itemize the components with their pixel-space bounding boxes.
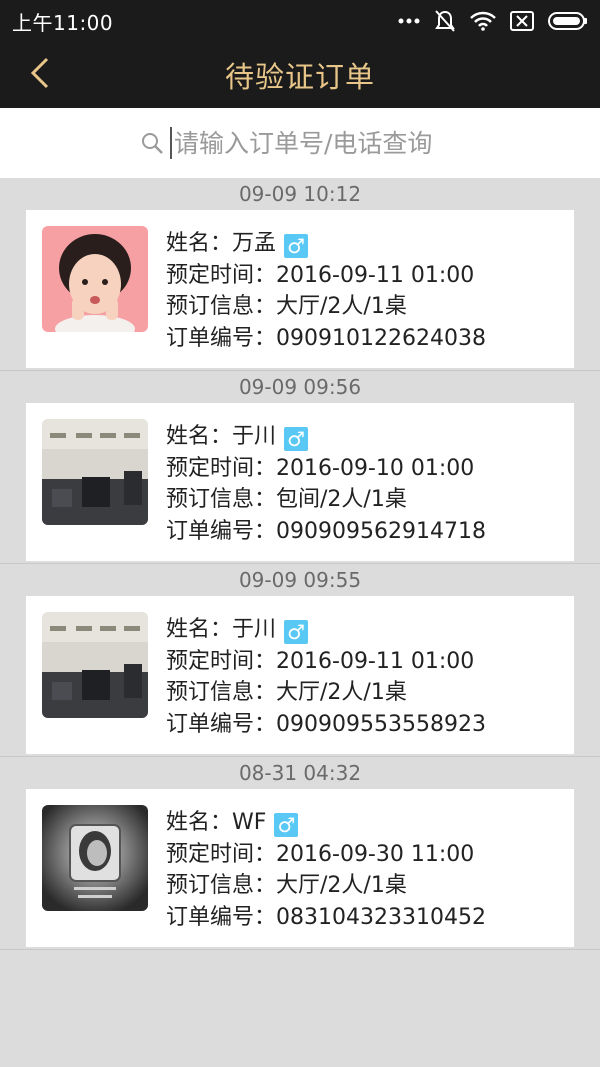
order-no-label: 订单编号： (166, 325, 277, 351)
mute-bell-icon (434, 9, 456, 33)
time-label: 预定时间： (166, 262, 277, 288)
name-label: 姓名： (166, 424, 233, 449)
search-wrap (140, 127, 480, 159)
order-number: 090909553558923 (276, 711, 486, 737)
reserve-info: 大厅/2人/1桌 (276, 873, 407, 898)
reserve-time: 2016-09-11 01:00 (276, 262, 475, 288)
info-label: 预订信息： (166, 294, 277, 319)
reserve-info: 大厅/2人/1桌 (276, 680, 407, 705)
order-info: 姓名：于川 ♂ 预定时间：2016-09-10 01:00 预订信息：包间/2人/… (166, 419, 486, 547)
male-gender-icon: ♂ (284, 620, 309, 644)
order-no-label: 订单编号： (166, 904, 277, 930)
order-no-row: 订单编号：090909553558923 (166, 709, 486, 741)
order-date-header: 09-09 10:12 (238, 182, 362, 206)
order-list: 09-09 10:12 姓名：万孟 ♂ 预定时间：2016-09-11 01:00 (0, 178, 600, 950)
status-time: 上午11:00 (12, 10, 114, 35)
order-number: 083104323310452 (276, 904, 486, 930)
order-card[interactable]: 姓名：万孟 ♂ 预定时间：2016-09-11 01:00 预订信息：大厅/2人/… (26, 210, 574, 368)
order-info: 姓名：万孟 ♂ 预定时间：2016-09-11 01:00 预订信息：大厅/2人/… (166, 226, 486, 354)
order-no-row: 订单编号：090910122624038 (166, 323, 486, 355)
order-card[interactable]: 姓名：于川 ♂ 预定时间：2016-09-11 01:00 预订信息：大厅/2人/… (26, 596, 574, 754)
avatar (42, 612, 148, 718)
info-row: 预订信息：大厅/2人/1桌 (166, 291, 486, 323)
time-label: 预定时间： (166, 841, 277, 867)
title-bar: 待验证订单 (0, 42, 600, 108)
avatar (42, 805, 148, 911)
name-label: 姓名： (166, 810, 233, 835)
page-title: 待验证订单 (224, 60, 375, 94)
reserve-info: 包间/2人/1桌 (276, 487, 407, 512)
reserve-info: 大厅/2人/1桌 (276, 294, 407, 319)
order-group: 09-09 09:55 姓名：于川 ♂ 预定时间：2016-09-11 01:0… (0, 564, 600, 757)
order-card[interactable]: 姓名：WF ♂ 预定时间：2016-09-30 11:00 预订信息：大厅/2人/… (26, 789, 574, 947)
time-label: 预定时间： (166, 455, 277, 481)
avatar (42, 419, 148, 525)
info-label: 预订信息： (166, 680, 277, 705)
time-row: 预定时间：2016-09-10 01:00 (166, 453, 486, 485)
order-no-row: 订单编号：090909562914718 (166, 516, 486, 548)
order-date-header: 08-31 04:32 (238, 761, 362, 785)
search-bar (0, 108, 600, 178)
search-input[interactable] (170, 127, 470, 159)
chevron-left-icon (29, 57, 51, 93)
back-button[interactable] (20, 55, 60, 95)
time-row: 预定时间：2016-09-11 01:00 (166, 646, 486, 678)
name-label: 姓名： (166, 231, 233, 256)
avatar (42, 226, 148, 332)
sim-x-icon (510, 11, 534, 31)
order-date-header: 09-09 09:55 (238, 568, 362, 592)
customer-name: 于川 (232, 424, 277, 449)
name-row: 姓名：WF ♂ (166, 807, 486, 839)
name-row: 姓名：万孟 ♂ (166, 228, 486, 260)
order-info: 姓名：WF ♂ 预定时间：2016-09-30 11:00 预订信息：大厅/2人/… (166, 805, 486, 933)
name-row: 姓名：于川 ♂ (166, 614, 486, 646)
order-group: 08-31 04:32 姓名：WF ♂ 预定时间：2016-09-30 11:0… (0, 757, 600, 950)
order-card[interactable]: 姓名：于川 ♂ 预定时间：2016-09-10 01:00 预订信息：包间/2人/… (26, 403, 574, 561)
battery-icon (548, 11, 588, 31)
more-dots-icon (398, 17, 420, 25)
customer-name: 于川 (232, 617, 277, 642)
status-bar: 上午11:00 (0, 0, 600, 42)
info-label: 预订信息： (166, 873, 277, 898)
order-info: 姓名：于川 ♂ 预定时间：2016-09-11 01:00 预订信息：大厅/2人/… (166, 612, 486, 740)
order-number: 090909562914718 (276, 518, 486, 544)
reserve-time: 2016-09-10 01:00 (276, 455, 475, 481)
order-number: 090910122624038 (276, 325, 486, 351)
male-gender-icon: ♂ (274, 813, 299, 837)
order-no-label: 订单编号： (166, 518, 277, 544)
name-label: 姓名： (166, 617, 233, 642)
order-no-row: 订单编号：083104323310452 (166, 902, 486, 934)
info-label: 预订信息： (166, 487, 277, 512)
time-row: 预定时间：2016-09-11 01:00 (166, 260, 486, 292)
male-gender-icon: ♂ (284, 427, 309, 451)
order-group: 09-09 09:56 姓名：于川 ♂ 预定时间：2016-09-10 01:0… (0, 371, 600, 564)
customer-name: WF (232, 810, 267, 835)
customer-name: 万孟 (232, 231, 277, 256)
search-icon (140, 131, 164, 155)
order-no-label: 订单编号： (166, 711, 277, 737)
name-row: 姓名：于川 ♂ (166, 421, 486, 453)
info-row: 预订信息：大厅/2人/1桌 (166, 870, 486, 902)
order-date-header: 09-09 09:56 (238, 375, 362, 399)
order-group: 09-09 10:12 姓名：万孟 ♂ 预定时间：2016-09-11 01:00 (0, 178, 600, 371)
time-row: 预定时间：2016-09-30 11:00 (166, 839, 486, 871)
info-row: 预订信息：包间/2人/1桌 (166, 484, 486, 516)
time-label: 预定时间： (166, 648, 277, 674)
status-icons (398, 9, 588, 33)
reserve-time: 2016-09-11 01:00 (276, 648, 475, 674)
reserve-time: 2016-09-30 11:00 (276, 841, 475, 867)
info-row: 预订信息：大厅/2人/1桌 (166, 677, 486, 709)
wifi-icon (470, 11, 496, 31)
male-gender-icon: ♂ (284, 234, 309, 258)
